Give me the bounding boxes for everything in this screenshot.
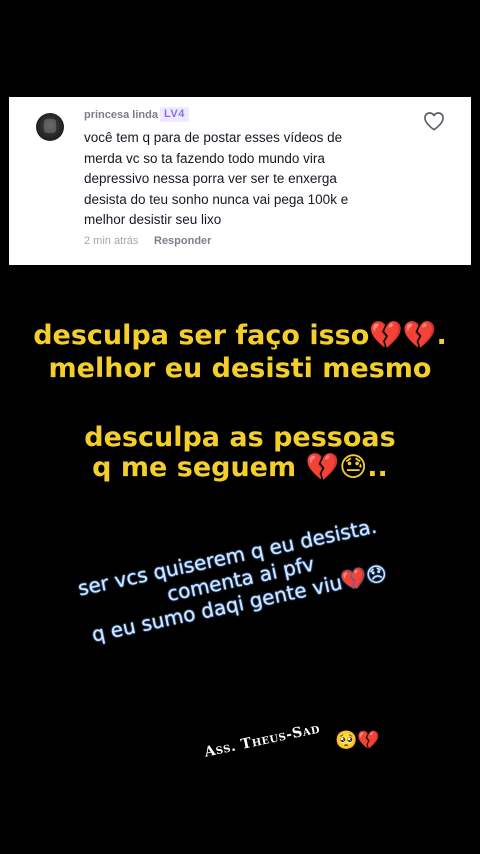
reply-button[interactable]: Responder — [154, 235, 211, 247]
caption-line-3: desculpa as pessoas — [84, 422, 396, 453]
comment-card: princesa linda LV4 você tem q para de po… — [9, 97, 471, 265]
caption-line-4: q me seguem 💔😓.. — [92, 452, 388, 483]
avatar-image — [44, 119, 56, 133]
avatar[interactable] — [36, 113, 64, 141]
level-badge: LV4 — [160, 107, 189, 122]
comment-text: você tem q para de postar esses vídeos d… — [84, 130, 349, 227]
caption-line-1: desculpa ser faço isso💔💔. — [33, 320, 447, 351]
comment-username[interactable]: princesa linda — [84, 109, 158, 121]
comment-timestamp: 2 min atrás — [84, 235, 139, 247]
rotated-message: ser vcs quiserem q eu desista. comenta a… — [62, 505, 429, 650]
heart-outline-icon[interactable] — [423, 111, 445, 131]
signature-emojis: 🥺💔😭 — [335, 730, 401, 750]
caption-line-2: melhor eu desisti mesmo — [48, 353, 432, 384]
signature-text: Ass. Theus-Sad — [203, 720, 322, 761]
